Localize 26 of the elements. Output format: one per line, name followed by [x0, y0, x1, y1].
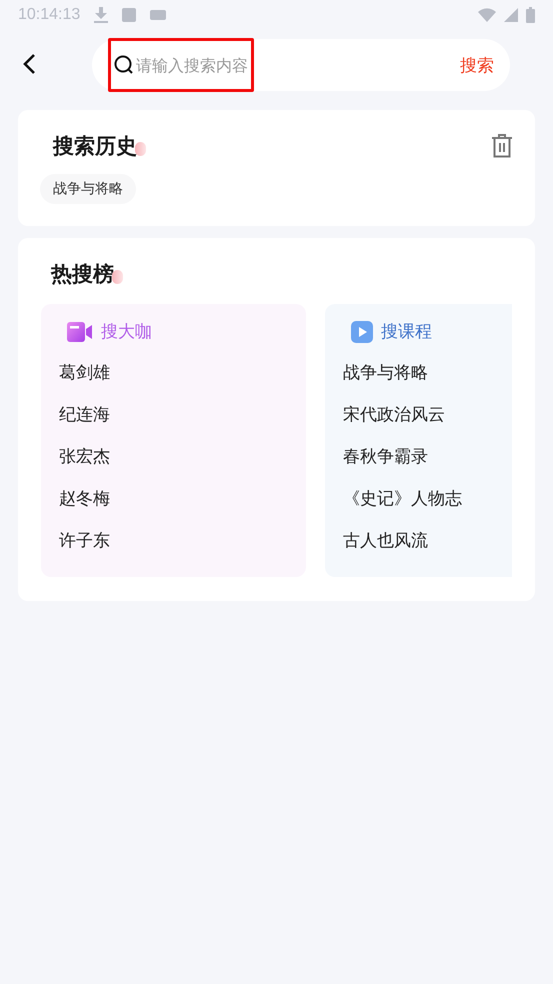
battery-icon [526, 7, 535, 23]
video-camera-icon [67, 322, 93, 342]
ranking-item[interactable]: 古人也风流 [343, 517, 428, 559]
ranking-item[interactable]: 春秋争霸录 [343, 433, 428, 475]
search-field[interactable]: 请输入搜索内容 搜索 [92, 39, 510, 91]
ranking-item[interactable]: 纪连海 [59, 391, 110, 433]
ranking-item[interactable]: 战争与将略 [343, 349, 428, 391]
search-icon [114, 55, 134, 75]
play-icon [351, 320, 373, 342]
ranking-item[interactable]: 许子东 [59, 517, 110, 559]
download-icon [94, 7, 108, 23]
ranking-item[interactable]: 张宏杰 [59, 433, 110, 475]
history-tag[interactable]: 战争与将略 [40, 174, 136, 204]
status-time: 10:14:13 [18, 6, 80, 24]
ranking-item[interactable]: 葛剑雄 [59, 349, 110, 391]
search-button[interactable]: 搜索 [460, 54, 494, 76]
ranking-item[interactable]: 宋代政治风云 [343, 391, 445, 433]
section-title: 热搜榜 [51, 260, 114, 288]
panel-title: 搜课程 [381, 321, 432, 343]
trash-icon[interactable] [491, 134, 513, 158]
wifi-icon [478, 8, 496, 22]
ranking-item[interactable]: 赵冬梅 [59, 475, 110, 517]
section-title: 搜索历史 [53, 132, 137, 160]
signal-icon [504, 8, 518, 22]
ranking-item[interactable]: 《史记》人物志 [343, 475, 462, 517]
panel-title: 搜大咖 [101, 321, 152, 343]
